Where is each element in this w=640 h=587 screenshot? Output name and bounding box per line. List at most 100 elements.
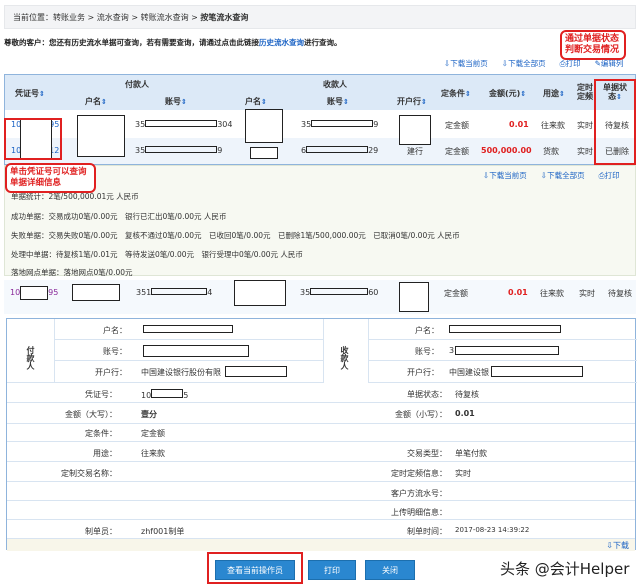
summary-panel: ⇩下载当前页 ⇩下载全部页 ⎙打印 单据统计：2笔/500,000.01元 人民… — [4, 165, 636, 277]
payee-bank-label: 开户行： — [407, 368, 439, 377]
payee-account-label: 账号： — [415, 347, 439, 356]
payer-account: 35 304 — [135, 120, 233, 129]
timing: 实时 — [577, 121, 593, 130]
group-payee: 收款人 — [323, 80, 347, 89]
summary-branch: 落地网点单据：落地网点0笔/0.00元 — [11, 268, 133, 277]
breadcrumb-current: 按笔流水查询 — [200, 13, 249, 22]
payer-bank: 中国建设银行股份有限 — [141, 368, 221, 377]
operator-button-highlight — [207, 552, 303, 584]
redacted-block — [77, 115, 125, 157]
status-value: 待复核 — [455, 390, 479, 399]
transactions-table: 凭证号⇕ 付款人 收款人 户名⇕ 账号⇕ 户名⇕ 账号⇕ 开户行⇕ 定条件⇕ 金… — [4, 74, 636, 165]
time-label: 制单时间： — [407, 527, 447, 536]
condition: 定金额 — [445, 147, 469, 156]
breadcrumb-sep: > — [128, 13, 141, 22]
voucher-hint-annotation: 单击凭证号可以查询单据详细信息 — [5, 163, 96, 193]
redacted-block — [449, 325, 561, 333]
condition-label: 定条件： — [85, 429, 117, 438]
col-voucher[interactable]: 凭证号⇕ — [15, 88, 45, 99]
breadcrumb-item[interactable]: 转账业务 — [53, 13, 85, 22]
timing-value: 实时 — [455, 469, 471, 478]
col-payee-bank[interactable]: 开户行⇕ — [397, 96, 427, 107]
usage-value: 往来款 — [141, 449, 165, 458]
col-timing[interactable]: 定时定频 — [575, 83, 595, 101]
status-label: 单据状态： — [407, 390, 447, 399]
download-all-link[interactable]: ⇩下载全部页 — [541, 170, 585, 181]
group-payer: 付款人 — [125, 80, 149, 89]
breadcrumb-item[interactable]: 转账流水查询 — [141, 13, 189, 22]
condition: 定金额 — [444, 289, 468, 298]
redacted-block — [491, 366, 583, 377]
payee-account: 3 — [449, 346, 455, 355]
type-value: 单笔付款 — [455, 449, 487, 458]
payer-account: 351 4 — [136, 288, 213, 297]
summary-processing: 处理中单据：待复核1笔/0.01元 等待发送0笔/0.00元 银行受理中0笔/0… — [11, 250, 303, 259]
usage: 货款 — [543, 147, 559, 156]
type-label: 交易类型： — [407, 449, 447, 458]
maker-value: zhf001制单 — [141, 527, 185, 536]
payer-section-label: 付款人 — [7, 319, 55, 383]
print-button[interactable]: 打印 — [308, 560, 356, 580]
redacted-block — [225, 366, 287, 377]
serial-label: 客户方流水号： — [391, 489, 447, 498]
amount: 500,000.00 — [481, 146, 532, 155]
status-hint-annotation: 通过单据状态判断交易情况 — [560, 30, 626, 60]
status: 待复核 — [608, 289, 632, 298]
redacted-block — [245, 109, 283, 143]
col-payer-account[interactable]: 账号⇕ — [165, 96, 187, 107]
watermark: 头条 @会计Helper — [500, 560, 630, 578]
print-link[interactable]: ⎙打印 — [560, 58, 581, 69]
redacted-block — [20, 286, 48, 300]
payer-name-label: 户名： — [103, 326, 127, 335]
maker-label: 制单员： — [85, 527, 117, 536]
col-usage[interactable]: 用途⇕ — [543, 88, 565, 99]
selected-row: 10 95 351 4 35 60 定金额 0.01 往来款 实时 待复核 — [4, 280, 636, 314]
redacted-block — [143, 345, 249, 357]
print-link[interactable]: ⎙打印 — [599, 170, 620, 181]
custom-name-label: 定制交易名称： — [61, 469, 117, 478]
timing-label: 定时定频信息： — [391, 469, 447, 478]
redacted-block — [234, 280, 286, 306]
breadcrumb-item[interactable]: 流水查询 — [97, 13, 129, 22]
col-condition[interactable]: 定条件⇕ — [441, 88, 471, 99]
col-amount[interactable]: 金额(元)⇕ — [489, 88, 526, 99]
amount: 0.01 — [509, 120, 529, 129]
redacted-block — [143, 325, 233, 333]
download-link[interactable]: ⇩下载 — [606, 540, 629, 551]
payer-account: 35 9 — [135, 146, 223, 155]
table-header: 凭证号⇕ 付款人 收款人 户名⇕ 账号⇕ 户名⇕ 账号⇕ 开户行⇕ 定条件⇕ 金… — [5, 75, 635, 110]
amount-lower-label: 金额（小写）： — [395, 410, 447, 419]
amount-upper-label: 金额（大写）： — [65, 410, 117, 419]
breadcrumb: 当前位置：转账业务 > 流水查询 > 转账流水查询 > 按笔流水查询 — [4, 5, 636, 29]
voucher-value: 10 5 — [141, 389, 189, 400]
condition: 定金额 — [445, 121, 469, 130]
download-all-link[interactable]: ⇩下载全部页 — [502, 58, 546, 69]
download-page-link[interactable]: ⇩下载当前页 — [483, 170, 527, 181]
time-value: 2017-08-23 14:39:22 — [455, 526, 530, 534]
redacted-block — [455, 346, 559, 355]
col-payee-name[interactable]: 户名⇕ — [245, 96, 267, 107]
history-query-link[interactable]: 历史流水查询 — [259, 38, 304, 47]
condition-value: 定金额 — [141, 429, 165, 438]
payer-account-label: 账号： — [103, 347, 127, 356]
toolbar-bottom: ⇩下载当前页 ⇩下载全部页 ⎙打印 — [483, 170, 620, 181]
download-page-link[interactable]: ⇩下载当前页 — [444, 58, 488, 69]
detail-panel: 付款人 收款人 户名： 账号： 开户行： 中国建设银行股份有限 户名： 账号： 3 … — [6, 318, 637, 551]
usage: 往来款 — [540, 289, 564, 298]
col-payee-account[interactable]: 账号⇕ — [327, 96, 349, 107]
payee-name-label: 户名： — [415, 326, 439, 335]
status-highlight — [594, 79, 636, 165]
notice-text: 尊敬的客户：您还有历史流水单据可查询，若有需要查询，请通过点击此链接 — [4, 38, 259, 47]
amount-lower: 0.01 — [455, 409, 475, 418]
close-button[interactable]: 关闭 — [365, 560, 415, 580]
timing: 实时 — [577, 147, 593, 156]
col-payer-name[interactable]: 户名⇕ — [85, 96, 107, 107]
redacted-block — [399, 115, 431, 145]
payee-bank: 建行 — [407, 147, 423, 156]
payee-account: 35 60 — [300, 288, 379, 297]
payee-bank: 中国建设银 — [449, 368, 489, 377]
voucher-label: 凭证号： — [85, 390, 117, 399]
upload-label: 上传明细信息： — [391, 508, 447, 517]
toolbar-top: ⇩下载当前页 ⇩下载全部页 ⎙打印 ✎编辑列 — [444, 58, 623, 69]
edit-columns-link[interactable]: ✎编辑列 — [595, 58, 624, 69]
